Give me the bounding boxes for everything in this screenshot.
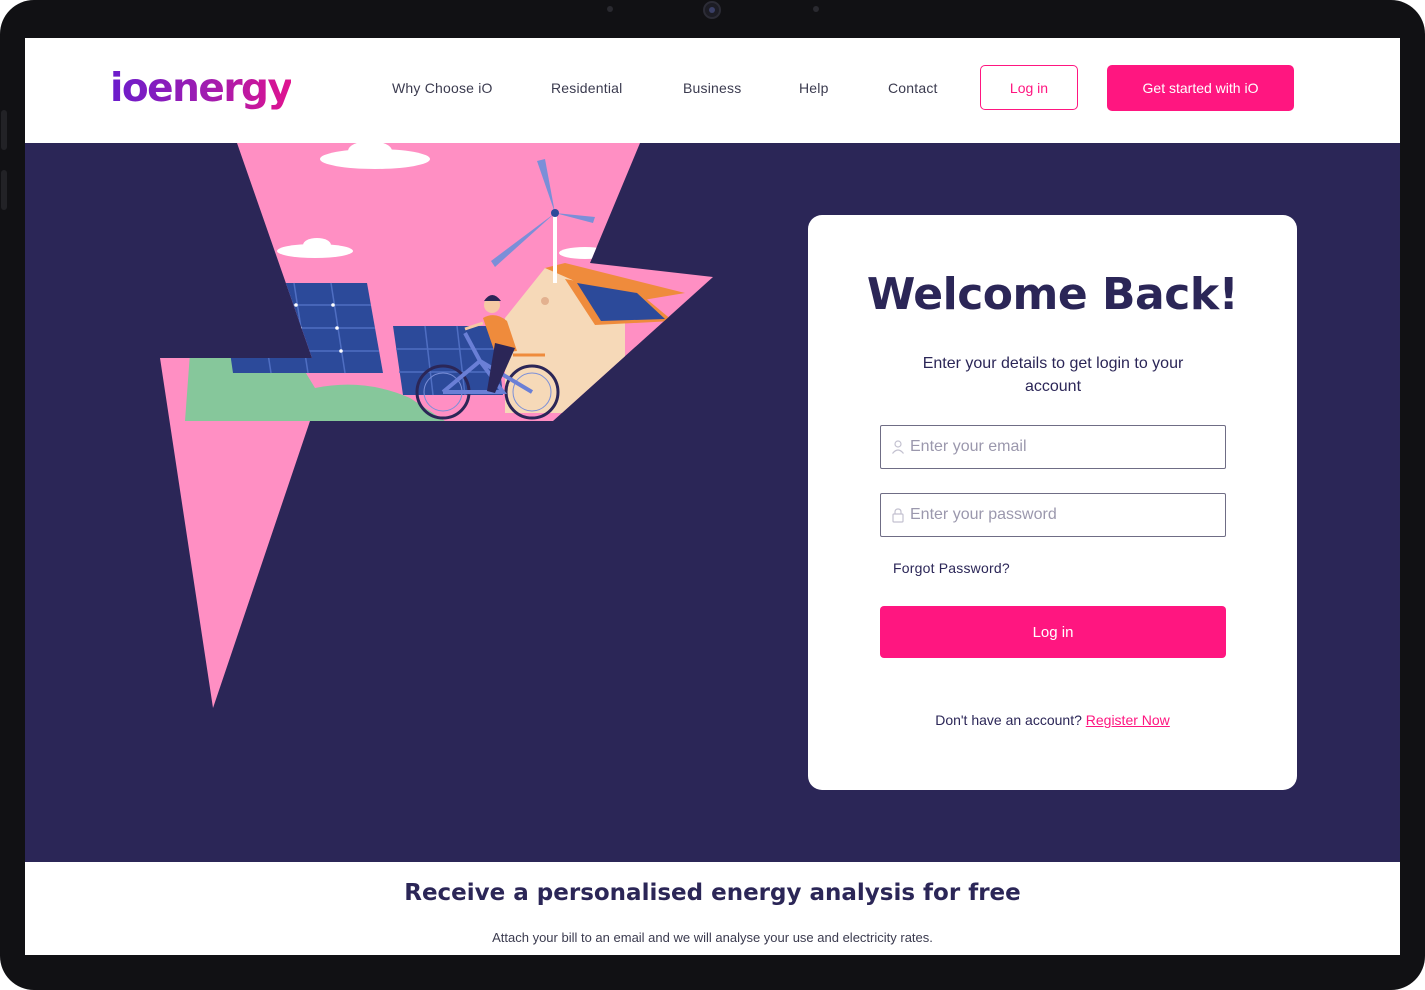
tablet-frame: ioenergy Why Choose iO Residential Busin…: [0, 0, 1425, 990]
browser-screen: ioenergy Why Choose iO Residential Busin…: [25, 38, 1400, 955]
password-field[interactable]: [880, 493, 1226, 537]
nav-contact[interactable]: Contact: [888, 80, 938, 96]
forgot-password-link[interactable]: Forgot Password?: [893, 560, 1010, 576]
header-login-button[interactable]: Log in: [980, 65, 1078, 110]
login-title: Welcome Back!: [866, 269, 1239, 320]
register-prompt-row: Don't have an account? Register Now: [808, 712, 1297, 728]
camera-icon: [703, 1, 721, 19]
promo-title: Receive a personalised energy analysis f…: [404, 880, 1021, 906]
register-prompt-text: Don't have an account?: [935, 712, 1082, 728]
sensor-dot: [607, 6, 613, 12]
site-header: ioenergy Why Choose iO Residential Busin…: [25, 38, 1400, 143]
lock-icon: [892, 508, 904, 523]
register-now-link[interactable]: Register Now: [1086, 712, 1170, 728]
password-input[interactable]: [910, 494, 1210, 536]
nav-why-choose-io[interactable]: Why Choose iO: [392, 80, 493, 96]
promo-subtitle: Attach your bill to an email and we will…: [492, 930, 933, 945]
promo-section: Receive a personalised energy analysis f…: [25, 862, 1400, 955]
login-card: Welcome Back! Enter your details to get …: [808, 215, 1297, 790]
nav-residential[interactable]: Residential: [551, 80, 622, 96]
user-icon: [892, 440, 904, 454]
volume-button: [1, 170, 7, 210]
lightning-bolt: [160, 143, 713, 708]
brand-logo[interactable]: ioenergy: [110, 64, 293, 114]
email-field[interactable]: [880, 425, 1226, 469]
nav-business[interactable]: Business: [683, 80, 741, 96]
login-submit-button[interactable]: Log in: [880, 606, 1226, 658]
nav-help[interactable]: Help: [799, 80, 829, 96]
volume-button: [1, 110, 7, 150]
email-input[interactable]: [910, 426, 1210, 468]
get-started-button[interactable]: Get started with iO: [1107, 65, 1294, 111]
sensor-dot: [813, 6, 819, 12]
hero-section: Welcome Back! Enter your details to get …: [25, 143, 1400, 862]
lightning-bolt-illustration: [160, 143, 713, 708]
login-subtitle: Enter your details to get login to your …: [922, 355, 1184, 395]
